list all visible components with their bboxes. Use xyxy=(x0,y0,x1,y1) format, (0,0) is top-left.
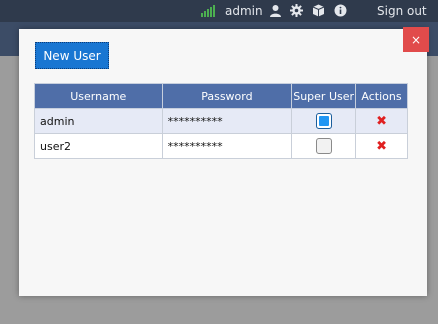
password-cell: ********** xyxy=(161,108,293,134)
user-management-dialog: × New User Username Password Super User … xyxy=(19,27,429,296)
column-header-super-user[interactable]: Super User xyxy=(291,83,357,109)
sign-out-link[interactable]: Sign out xyxy=(377,3,427,19)
super-user-checkbox[interactable] xyxy=(315,138,332,154)
users-table: Username Password Super User Actions adm… xyxy=(34,83,408,159)
new-user-button[interactable]: New User xyxy=(35,42,109,69)
table-row[interactable]: admin ********** ✖ xyxy=(34,108,408,134)
column-header-password[interactable]: Password xyxy=(161,83,293,109)
username-cell: admin xyxy=(34,108,163,134)
column-header-actions: Actions xyxy=(355,83,408,109)
table-row[interactable]: user2 ********** ✖ xyxy=(34,133,408,159)
box-icon[interactable] xyxy=(312,4,325,17)
user-icon[interactable] xyxy=(269,4,282,17)
delete-icon[interactable]: ✖ xyxy=(376,114,387,129)
username-cell: user2 xyxy=(34,133,163,159)
actions-cell: ✖ xyxy=(355,108,408,134)
close-button[interactable]: × xyxy=(403,27,429,52)
delete-icon[interactable]: ✖ xyxy=(376,139,387,154)
super-user-cell xyxy=(291,108,357,134)
signal-icon xyxy=(201,5,215,17)
super-user-cell xyxy=(291,133,357,159)
actions-cell: ✖ xyxy=(355,133,408,159)
table-header-row: Username Password Super User Actions xyxy=(34,83,408,109)
gear-icon[interactable] xyxy=(290,4,303,17)
current-username: admin xyxy=(225,4,263,18)
info-icon[interactable] xyxy=(334,4,347,17)
column-header-username[interactable]: Username xyxy=(34,83,163,109)
super-user-checkbox[interactable] xyxy=(315,113,332,129)
password-cell: ********** xyxy=(161,133,293,159)
top-navigation-bar: admin Sign out xyxy=(0,0,438,22)
